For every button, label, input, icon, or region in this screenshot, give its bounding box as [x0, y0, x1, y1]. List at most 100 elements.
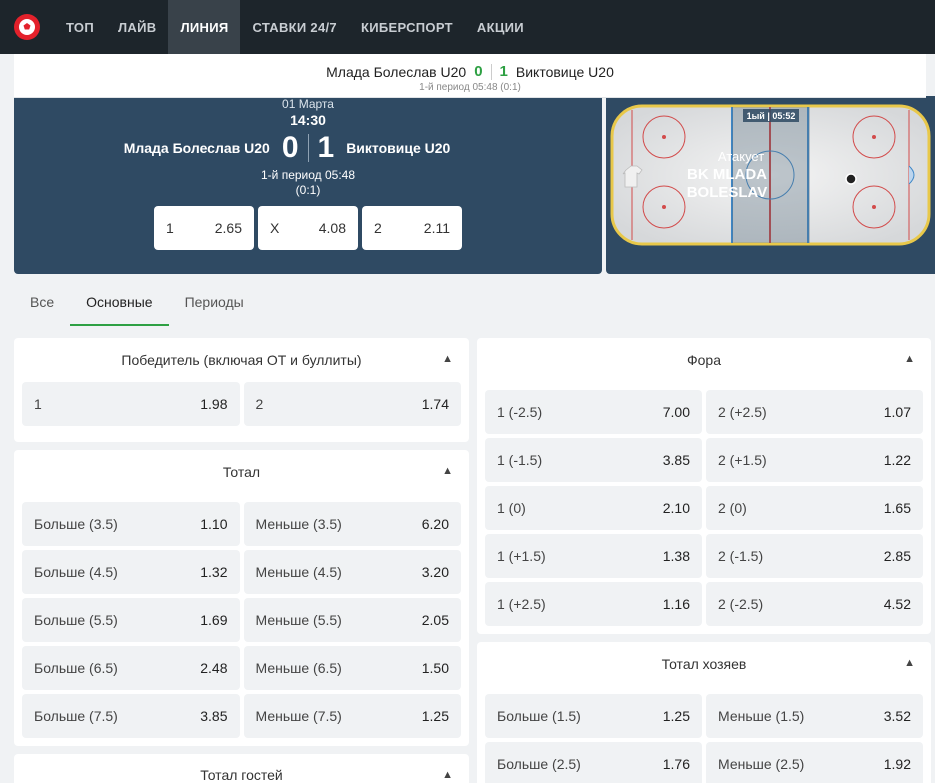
odd-button[interactable]: Больше (2.5) 1.76 [485, 742, 702, 783]
odd-button[interactable]: 1 1.98 [22, 382, 240, 426]
odd-button[interactable]: 2 1.74 [243, 382, 461, 426]
market-header[interactable]: Тотал ▲ [14, 450, 469, 494]
odd-value: 1.10 [200, 516, 228, 532]
odd-button-draw[interactable]: X 4.08 [258, 206, 358, 250]
odd-button[interactable]: Меньше (5.5) 2.05 [243, 598, 461, 642]
odd-button[interactable]: 2 (-1.5) 2.85 [706, 534, 923, 578]
odd-label: 2 (-1.5) [718, 548, 764, 564]
odd-button[interactable]: Больше (3.5) 1.10 [22, 502, 240, 546]
scorebar-status: 1-й период 05:48 (0:1) [419, 82, 521, 93]
market-header[interactable]: Тотал хозяев ▲ [477, 642, 931, 686]
chevron-up-icon[interactable]: ▲ [904, 353, 915, 365]
odd-label: 2 [374, 220, 382, 236]
market-home-total: Тотал хозяев ▲ Больше (1.5) 1.25 Меньше (… [477, 642, 931, 783]
nav-live[interactable]: ЛАЙВ [106, 0, 168, 54]
nav-top[interactable]: ТОП [54, 0, 106, 54]
odd-value: 2.65 [214, 220, 242, 236]
event-home-score: 0 [281, 131, 299, 164]
odd-value: 2.05 [421, 612, 449, 628]
scorebar-away-team: Виктовице U20 [515, 63, 614, 80]
odd-label: Меньше (2.5) [718, 756, 805, 772]
odd-button[interactable]: Больше (5.5) 1.69 [22, 598, 240, 642]
odd-button[interactable]: Меньше (7.5) 1.25 [243, 694, 461, 738]
chevron-up-icon[interactable]: ▲ [442, 769, 453, 781]
odd-button[interactable]: 1 (+1.5) 1.38 [485, 534, 702, 578]
market-header[interactable]: Тотал гостей ▲ [14, 754, 469, 783]
odd-label: 2 (+1.5) [718, 452, 767, 468]
chevron-up-icon[interactable]: ▲ [904, 657, 915, 669]
chevron-up-icon[interactable]: ▲ [442, 353, 453, 365]
odd-value: 1.25 [421, 708, 449, 724]
odd-button[interactable]: 2 (0) 1.65 [706, 486, 923, 530]
odd-button-away[interactable]: 2 2.11 [362, 206, 462, 250]
market-header[interactable]: Победитель (включая ОТ и буллиты) ▲ [14, 338, 469, 382]
rink-panel: 1ый | 05:52 Атакует BK MLADA BOLESLAV [606, 96, 935, 274]
scorebar-home-team: Млада Болеслав U20 [326, 63, 467, 80]
event-home-team: Млада Болеслав U20 [123, 140, 270, 156]
odd-value: 1.32 [200, 564, 228, 580]
odd-button[interactable]: 1 (0) 2.10 [485, 486, 702, 530]
odd-label: Больше (5.5) [34, 612, 118, 628]
market-title: Тотал гостей [200, 767, 283, 783]
odd-button[interactable]: 1 (-2.5) 7.00 [485, 390, 702, 434]
market-header[interactable]: Фора ▲ [477, 338, 931, 382]
odd-label: 2 [255, 396, 264, 412]
odd-value: 1.76 [662, 756, 690, 772]
odd-button[interactable]: Больше (7.5) 3.85 [22, 694, 240, 738]
odd-button[interactable]: Больше (4.5) 1.32 [22, 550, 240, 594]
odd-value: 3.85 [200, 708, 228, 724]
odd-button-home[interactable]: 1 2.65 [154, 206, 254, 250]
odd-button[interactable]: Меньше (2.5) 1.92 [706, 742, 923, 783]
nav-esports[interactable]: КИБЕРСПОРТ [349, 0, 465, 54]
odd-button[interactable]: Меньше (3.5) 6.20 [243, 502, 461, 546]
odd-label: X [270, 220, 280, 236]
tab-periods[interactable]: Периоды [169, 290, 260, 326]
odd-label: 1 (+1.5) [497, 548, 546, 564]
odd-label: Больше (4.5) [34, 564, 118, 580]
odd-value: 1.50 [421, 660, 449, 676]
market-tabs: Все Основные Периоды [14, 290, 260, 326]
event-period-score: (0:1) [295, 183, 321, 197]
odd-label: 1 (0) [497, 500, 526, 516]
market-handicap: Фора ▲ 1 (-2.5) 7.00 2 (+2.5) 1.07 1 (-1.5… [477, 338, 931, 634]
odd-value: 3.85 [662, 452, 690, 468]
odd-button[interactable]: 2 (-2.5) 4.52 [706, 582, 923, 626]
odd-label: 1 (-1.5) [497, 452, 543, 468]
odd-button[interactable]: Больше (1.5) 1.25 [485, 694, 702, 738]
nav-bets-247[interactable]: СТАВКИ 24/7 [240, 0, 348, 54]
odd-button[interactable]: Меньше (6.5) 1.50 [243, 646, 461, 690]
market-title: Тотал хозяев [661, 656, 747, 672]
tab-all[interactable]: Все [14, 290, 70, 326]
odd-button[interactable]: Меньше (4.5) 3.20 [243, 550, 461, 594]
odd-button[interactable]: Больше (6.5) 2.48 [22, 646, 240, 690]
rink-attack-label: Атакует [718, 149, 764, 164]
logo[interactable] [0, 0, 54, 54]
odd-value: 3.52 [883, 708, 911, 724]
ball-icon [14, 14, 40, 40]
event-date: 01 Марта [282, 97, 334, 111]
odd-label: 1 (-2.5) [497, 404, 543, 420]
odd-label: 2 (0) [718, 500, 747, 516]
chevron-up-icon[interactable]: ▲ [442, 465, 453, 477]
odd-label: Больше (6.5) [34, 660, 118, 676]
odd-button[interactable]: 1 (+2.5) 1.16 [485, 582, 702, 626]
odd-button[interactable]: 1 (-1.5) 3.85 [485, 438, 702, 482]
nav-promos[interactable]: АКЦИИ [465, 0, 536, 54]
top-nav: ТОП ЛАЙВ ЛИНИЯ СТАВКИ 24/7 КИБЕРСПОРТ АК… [0, 0, 935, 54]
scorebar-divider [490, 63, 492, 80]
odd-label: Меньше (4.5) [255, 564, 342, 580]
odd-label: 1 (+2.5) [497, 596, 546, 612]
market-total: Тотал ▲ Больше (3.5) 1.10 Меньше (3.5) 6.2… [14, 450, 469, 746]
odd-button[interactable]: Меньше (1.5) 3.52 [706, 694, 923, 738]
market-title: Фора [686, 352, 721, 368]
nav-line[interactable]: ЛИНИЯ [168, 0, 241, 54]
odd-button[interactable]: 2 (+1.5) 1.22 [706, 438, 923, 482]
tab-main[interactable]: Основные [70, 290, 169, 326]
event-header: 01 Марта 14:30 Млада Болеслав U20 0 1 Ви… [14, 96, 602, 274]
odd-button[interactable]: 2 (+2.5) 1.07 [706, 390, 923, 434]
odd-value: 1.16 [662, 596, 690, 612]
odd-label: Больше (2.5) [497, 756, 581, 772]
odd-label: 2 (-2.5) [718, 596, 764, 612]
odd-value: 1.25 [662, 708, 690, 724]
market-title: Победитель (включая ОТ и буллиты) [121, 352, 362, 368]
